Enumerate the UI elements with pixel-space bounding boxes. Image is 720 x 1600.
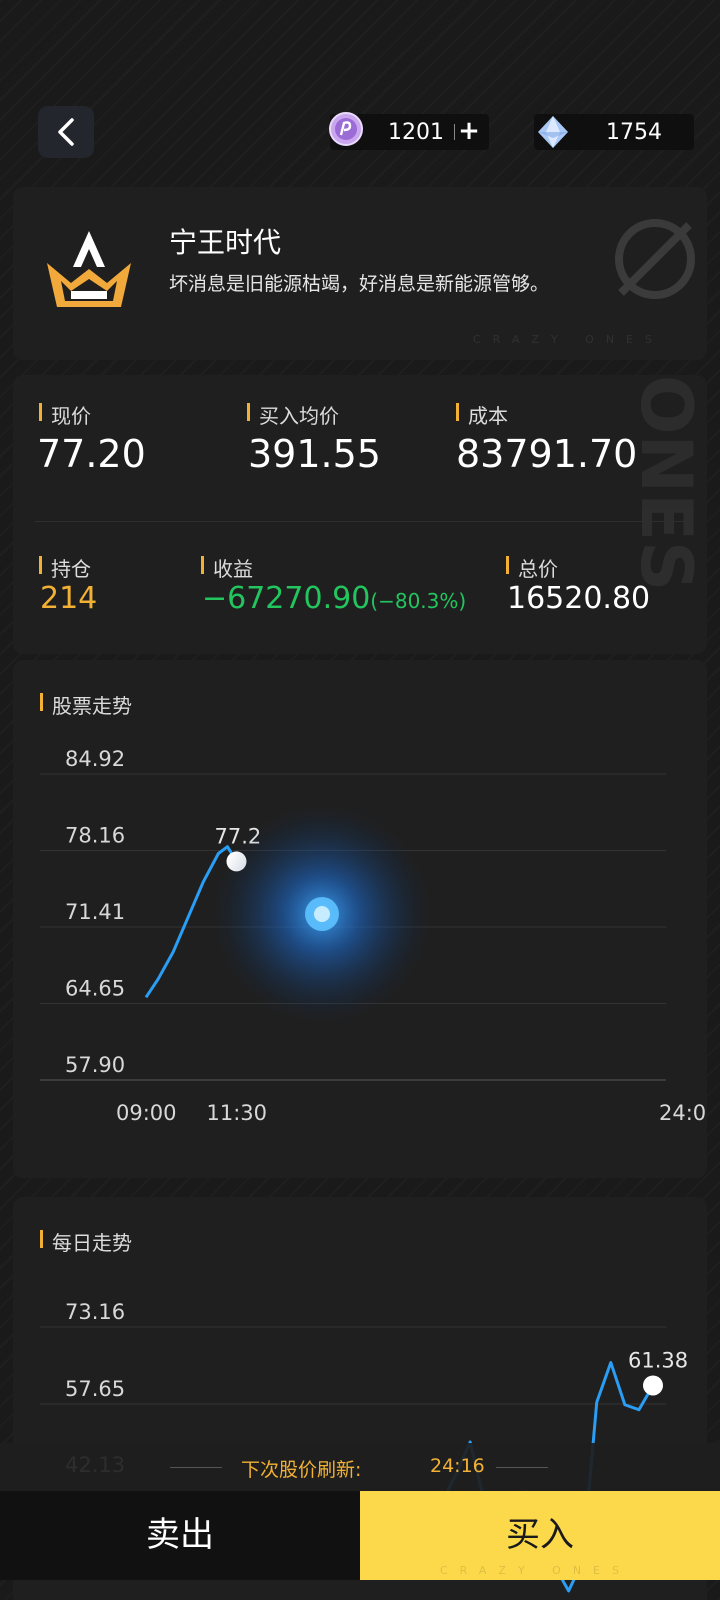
last-value-label: 61.38 [628,1348,688,1372]
y-tick-label: 57.90 [65,1053,125,1077]
diamond-icon [538,116,568,148]
refresh-line-right [496,1467,548,1468]
x-tick-label: 09:00 [116,1101,177,1125]
diamond-balance: 1754 [534,114,694,150]
y-tick-label: 73.16 [65,1300,125,1324]
stock-trend-chart: 84.92 78.16 71.41 64.65 57.90 09:00 11:30 24:00… [40,747,707,1125]
profit-amount: −67270.90 [202,581,371,616]
holding-label: 持仓 [39,553,91,582]
chevron-left-icon [58,118,74,146]
refresh-label: 下次股价刷新: [241,1459,362,1481]
holding-value: 214 [40,581,98,616]
refresh-line-left [170,1467,222,1468]
buy-watermark: CRAZY ONES [440,1564,631,1577]
y-tick-label: 84.92 [65,747,125,771]
watermark-icon [615,219,695,299]
action-bar: 卖出 买入 CRAZY ONES [0,1491,720,1580]
y-tick-label: 78.16 [65,824,125,848]
add-coins-button[interactable]: + [454,118,484,146]
coin-balance: 1201 + [329,112,489,150]
current-price-label: 现价 [39,400,91,429]
back-button[interactable] [38,106,94,158]
diamond-count: 1754 [606,120,662,145]
avg-buy-price-label: 买入均价 [247,400,339,429]
stock-description: 坏消息是旧能源枯竭，好消息是新能源管够。 [169,273,550,295]
position-stats-card: ONES 现价 77.20 买入均价 391.55 成本 83791.70 持仓… [13,375,707,654]
current-price-value: 77.20 [37,432,146,476]
total-value: 16520.80 [507,581,651,616]
cost-value: 83791.70 [456,432,638,476]
coin-count: 1201 [388,120,444,145]
stats-divider [35,521,685,522]
stock-trend-card: 股票走势 84.92 78.16 71.41 64.65 57.90 09:00 11:30… [13,660,707,1178]
buy-button-label: 买入 [506,1515,574,1555]
stock-logo [47,231,131,307]
watermark-text: CRAZY ONES [473,333,664,346]
cost-label: 成本 [456,400,508,429]
refresh-countdown: 24:16 [430,1455,485,1477]
stock-name: 宁王时代 [169,226,282,259]
profit-percent: (−80.3%) [370,589,467,613]
x-tick-label: 24:00 [659,1101,707,1125]
y-tick-label: 71.41 [65,900,125,924]
stock-info-card: 宁王时代 坏消息是旧能源枯竭，好消息是新能源管够。 CRAZY ONES [13,187,707,360]
profit-label: 收益 [201,553,253,582]
x-tick-label: 11:30 [207,1101,268,1125]
buy-button[interactable]: 买入 CRAZY ONES [360,1491,720,1580]
coin-icon [329,112,363,146]
cursor-core [314,906,330,922]
refresh-timer-bar: 下次股价刷新: 24:16 [0,1443,720,1491]
profit-value: −67270.90(−80.3%) [202,581,466,616]
last-point-marker [643,1375,663,1396]
sell-button[interactable]: 卖出 [0,1491,360,1580]
y-tick-label: 57.65 [65,1377,125,1401]
top-bar: 1201 + 1754 [0,0,720,180]
avg-buy-price-value: 391.55 [248,432,381,476]
y-tick-label: 64.65 [65,977,125,1001]
total-value-label: 总价 [506,553,558,582]
